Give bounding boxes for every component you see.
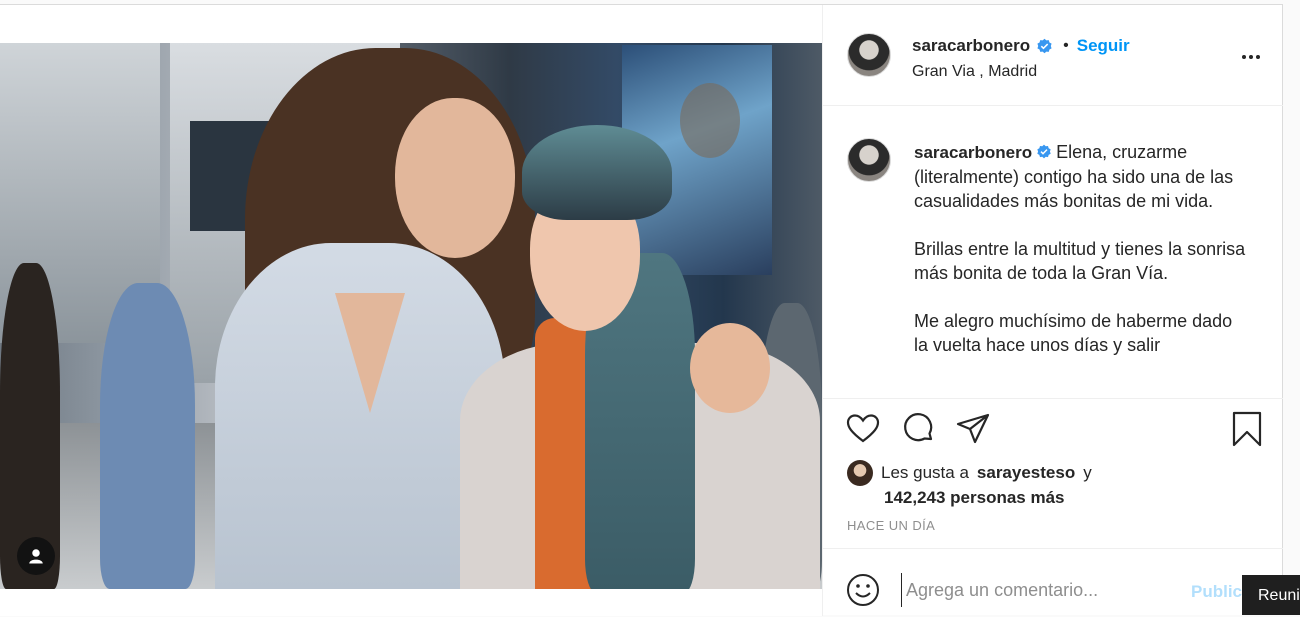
more-options-icon <box>1242 55 1246 59</box>
location-link[interactable]: Gran Via , Madrid <box>912 63 1037 81</box>
username-link[interactable]: saracarbonero <box>912 36 1030 56</box>
paper-plane-icon[interactable] <box>955 411 991 447</box>
user-tag-button[interactable] <box>17 537 55 575</box>
avatar[interactable] <box>847 138 891 182</box>
photo-column <box>0 5 822 616</box>
post-timestamp[interactable]: HACE UN DÍA <box>847 518 935 533</box>
photo-hand-on-shoulder <box>690 323 770 413</box>
photo-billboard-face <box>680 83 740 158</box>
likes-conjunction: y <box>1083 463 1092 482</box>
photo-woman-right-turban <box>522 125 672 220</box>
comment-bubble-icon[interactable] <box>900 411 936 447</box>
bookmark-icon[interactable] <box>1229 411 1265 447</box>
likes-prefix: Les gusta a <box>881 463 969 482</box>
verified-badge-icon <box>1037 38 1052 53</box>
more-options-button[interactable] <box>1239 47 1263 67</box>
comment-input[interactable] <box>901 573 1178 607</box>
emoji-smile-icon[interactable] <box>846 573 880 607</box>
photo-bystander <box>100 283 195 589</box>
post-container: saracarbonero • Seguir Gran Via , Madrid… <box>0 4 1283 616</box>
liker-avatar[interactable] <box>847 460 873 486</box>
heart-icon[interactable] <box>845 411 881 447</box>
comment-bar: Publicar <box>823 548 1283 617</box>
photo-woman-left-face <box>395 98 515 258</box>
separator-dot: • <box>1063 37 1069 54</box>
likes-section: Les gusta a sarayesteso y 142,243 person… <box>847 460 1267 508</box>
caption-paragraph: Brillas entre la multitud y tienes la so… <box>914 239 1246 283</box>
more-options-icon <box>1249 55 1253 59</box>
post-photo[interactable] <box>0 43 822 589</box>
verified-badge-icon <box>1037 144 1051 159</box>
caption: saracarbonero Elena, cruzarme (literalme… <box>914 140 1249 381</box>
follow-button[interactable]: Seguir <box>1077 36 1130 56</box>
more-options-icon <box>1256 55 1260 59</box>
action-bar <box>823 411 1283 455</box>
caption-paragraph: Me alegro muchísimo de haberme dado la v… <box>914 311 1233 355</box>
likes-row: Les gusta a sarayesteso y <box>847 460 1267 486</box>
post-header: saracarbonero • Seguir Gran Via , Madrid <box>823 5 1283 106</box>
post-sidebar: saracarbonero • Seguir Gran Via , Madrid… <box>822 5 1283 616</box>
avatar[interactable] <box>847 33 891 77</box>
likes-count-link[interactable]: 142,243 personas más <box>884 488 1267 508</box>
notification-toast[interactable]: Reunión <box>1242 575 1300 615</box>
caption-username-link[interactable]: saracarbonero <box>914 143 1032 162</box>
header-user-row: saracarbonero • Seguir <box>912 36 1130 56</box>
user-tag-icon <box>29 549 43 564</box>
liker-username-link[interactable]: sarayesteso <box>977 463 1075 483</box>
caption-paragraph: saracarbonero Elena, cruzarme (literalme… <box>914 140 1249 213</box>
caption-scroll-area[interactable]: saracarbonero Elena, cruzarme (literalme… <box>823 106 1283 399</box>
